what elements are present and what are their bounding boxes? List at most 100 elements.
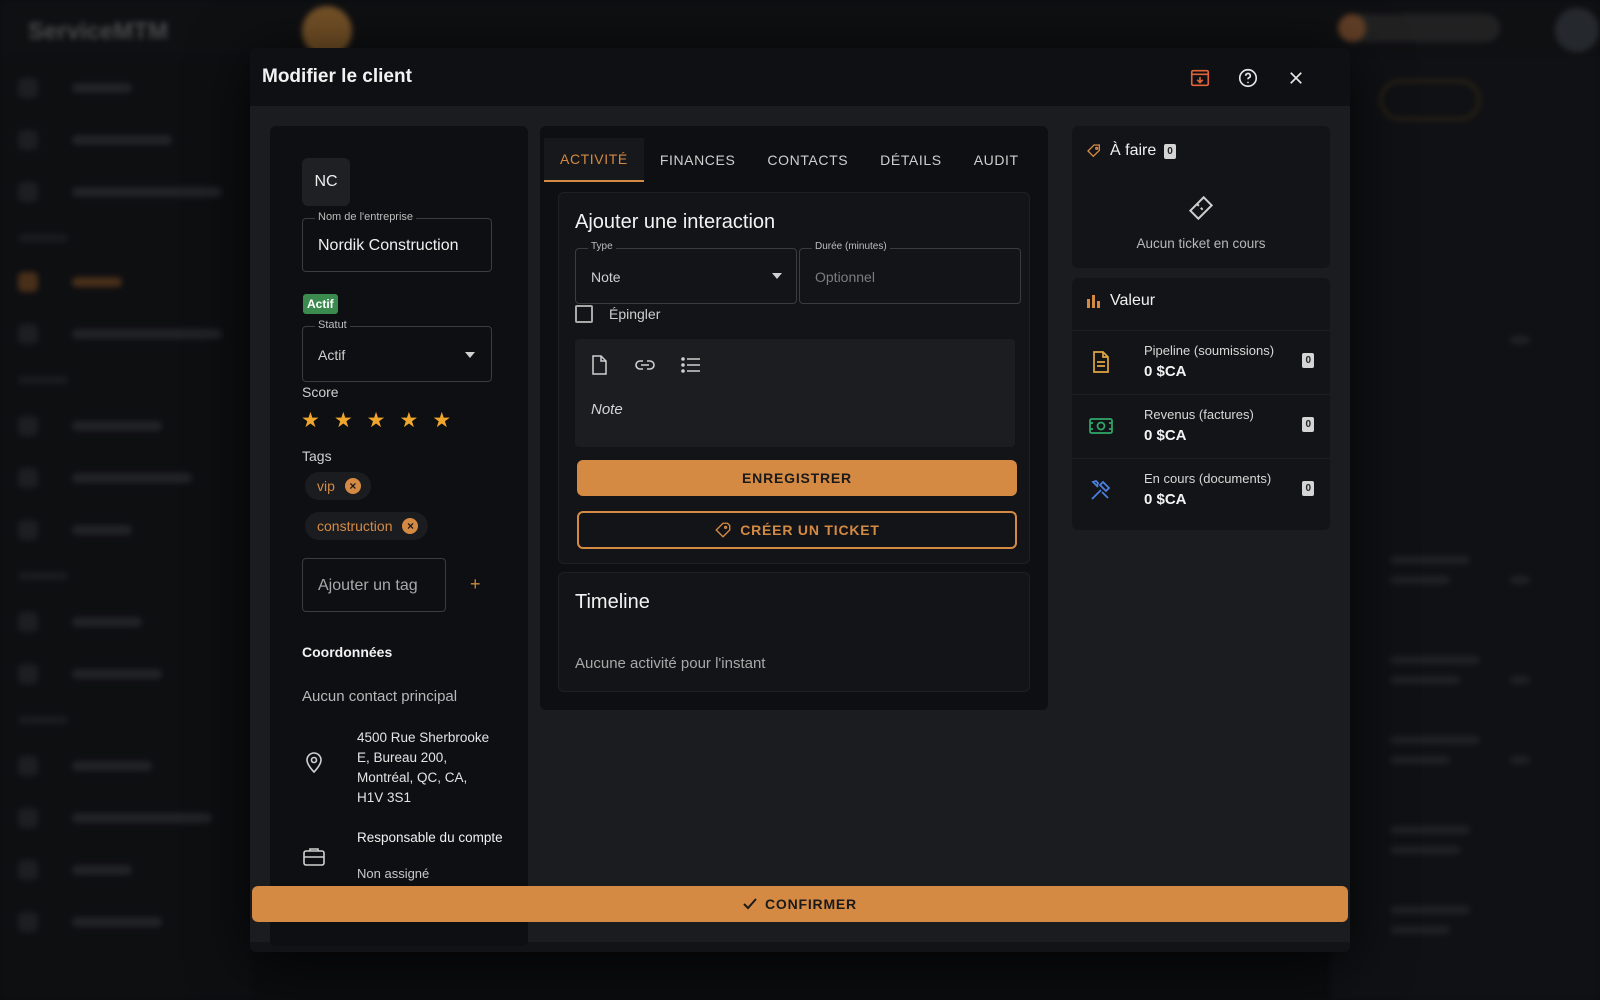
tab-details[interactable]: DÉTAILS: [864, 138, 958, 182]
value-row-amount: 0 $CA: [1144, 363, 1187, 380]
value-row-revenue[interactable]: Revenus (factures) 0 $CA 0: [1072, 394, 1330, 456]
status-value: Actif: [318, 347, 346, 363]
account-manager-value: Non assigné: [357, 866, 430, 881]
confirm-label: CONFIRMER: [765, 896, 857, 912]
todo-empty: Aucun ticket en cours: [1136, 236, 1266, 251]
modal-header: Modifier le client: [250, 48, 1350, 106]
client-summary-panel: NC Nom de l'entreprise Nordik Constructi…: [270, 126, 528, 946]
add-tag-placeholder: Ajouter un tag: [318, 577, 418, 594]
star-icon[interactable]: ★: [334, 410, 353, 431]
value-card: Valeur Pipeline (soumissions) 0 $CA 0 Re…: [1072, 278, 1330, 530]
timeline-empty: Aucune activité pour l'instant: [575, 655, 766, 672]
tag-chip-label: vip: [317, 478, 335, 494]
score-rating[interactable]: ★ ★ ★ ★ ★: [301, 410, 451, 431]
close-icon[interactable]: [1284, 66, 1308, 90]
star-icon[interactable]: ★: [399, 410, 418, 431]
interaction-type-label: Type: [588, 241, 616, 252]
company-name-field[interactable]: Nom de l'entreprise Nordik Construction: [302, 211, 492, 272]
tags-label: Tags: [302, 448, 332, 464]
address: 4500 Rue Sherbrooke E, Bureau 200, Montr…: [357, 728, 507, 808]
tab-finances[interactable]: FINANCES: [644, 138, 752, 182]
tag-chip-construction: construction ×: [305, 512, 429, 540]
archive-icon[interactable]: [1188, 66, 1212, 90]
star-icon[interactable]: ★: [432, 410, 451, 431]
money-icon: [1088, 413, 1114, 439]
create-ticket-label: CRÉER UN TICKET: [740, 522, 880, 538]
ticket-icon: [715, 522, 731, 538]
duration-input[interactable]: Durée (minutes) Optionnel: [799, 241, 1021, 304]
value-row-amount: 0 $CA: [1144, 491, 1187, 508]
bg-brand: ServiceMTM: [28, 18, 169, 45]
interaction-type-select[interactable]: Type Note: [575, 241, 797, 304]
star-icon[interactable]: ★: [367, 410, 386, 431]
activity-panel: ACTIVITÉ FINANCES CONTACTS DÉTAILS AUDIT…: [540, 126, 1048, 710]
todo-count-badge: 0: [1164, 143, 1176, 159]
pin-label: Épingler: [609, 306, 661, 322]
edit-client-modal: Modifier le client NC Nom de l'entrepris…: [250, 48, 1350, 952]
add-tag-button[interactable]: +: [470, 574, 481, 595]
value-row-count: 0: [1302, 481, 1314, 496]
value-row-label: Pipeline (soumissions): [1144, 343, 1275, 358]
remove-tag-icon[interactable]: ×: [402, 518, 419, 534]
chevron-down-icon: [465, 352, 475, 358]
location-pin-icon: [304, 750, 324, 779]
company-name-value: Nordik Construction: [318, 237, 459, 254]
value-row-pipeline[interactable]: Pipeline (soumissions) 0 $CA 0: [1072, 330, 1330, 392]
value-row-count: 0: [1302, 353, 1314, 368]
bg-right-panel: [1330, 56, 1600, 1000]
tab-activite[interactable]: ACTIVITÉ: [544, 138, 644, 182]
value-row-label: En cours (documents): [1144, 471, 1272, 486]
value-row-label: Revenus (factures): [1144, 407, 1254, 422]
value-row-amount: 0 $CA: [1144, 427, 1187, 444]
note-editor[interactable]: Note: [575, 339, 1015, 447]
tag-chip-vip: vip ×: [305, 472, 371, 500]
coordinates-title: Coordonnées: [302, 644, 393, 660]
add-interaction-card: Ajouter une interaction Type Note Durée …: [558, 192, 1030, 564]
bg-user-avatar: [1338, 14, 1366, 42]
note-placeholder: Note: [591, 401, 623, 418]
value-row-in-progress[interactable]: En cours (documents) 0 $CA 0: [1072, 458, 1330, 520]
timeline-title: Timeline: [575, 591, 650, 613]
tab-audit[interactable]: AUDIT: [958, 138, 1035, 182]
value-title: Valeur: [1110, 292, 1156, 309]
check-icon: [743, 898, 757, 910]
client-avatar: NC: [302, 158, 350, 206]
value-row-count: 0: [1302, 417, 1314, 432]
chevron-down-icon: [772, 273, 782, 279]
document-icon[interactable]: [587, 353, 611, 377]
status-label: Statut: [315, 319, 350, 331]
status-select[interactable]: Statut Actif: [302, 319, 492, 382]
briefcase-icon: [302, 846, 326, 873]
duration-placeholder: Optionnel: [815, 269, 875, 285]
remove-tag-icon[interactable]: ×: [344, 478, 361, 494]
score-label: Score: [302, 384, 339, 400]
no-primary-contact: Aucun contact principal: [302, 688, 458, 705]
create-ticket-button[interactable]: CRÉER UN TICKET: [577, 511, 1017, 549]
add-interaction-title: Ajouter une interaction: [575, 211, 776, 233]
bg-sidebar: [0, 56, 252, 1000]
address-line: E, Bureau 200,: [357, 750, 448, 765]
address-line: H1V 3S1: [357, 790, 412, 805]
value-header: Valeur: [1086, 292, 1155, 310]
timeline-card: Timeline Aucune activité pour l'instant: [558, 572, 1030, 692]
star-icon[interactable]: ★: [301, 410, 320, 431]
address-line: 4500 Rue Sherbrooke: [357, 730, 490, 745]
bar-chart-icon: [1087, 295, 1100, 308]
status-badge: Actif: [303, 294, 338, 314]
todo-title: À faire: [1110, 142, 1157, 159]
document-icon: [1088, 349, 1114, 375]
confirm-button[interactable]: CONFIRMER: [252, 886, 1348, 922]
link-icon[interactable]: [633, 353, 657, 377]
interaction-type-value: Note: [591, 269, 621, 285]
bg-avatar-right: [1555, 8, 1599, 52]
account-manager-label: Responsable du compte: [357, 830, 503, 845]
modal-title: Modifier le client: [262, 66, 412, 87]
bullet-list-icon[interactable]: [679, 353, 703, 377]
add-tag-input[interactable]: Ajouter un tag: [302, 558, 446, 612]
help-icon[interactable]: [1236, 66, 1260, 90]
todo-card: À faire 0 Aucun ticket en cours: [1072, 126, 1330, 268]
save-button[interactable]: ENREGISTRER: [577, 460, 1017, 496]
pin-checkbox[interactable]: [575, 305, 593, 323]
tab-contacts[interactable]: CONTACTS: [751, 138, 864, 182]
tools-icon: [1088, 477, 1114, 503]
